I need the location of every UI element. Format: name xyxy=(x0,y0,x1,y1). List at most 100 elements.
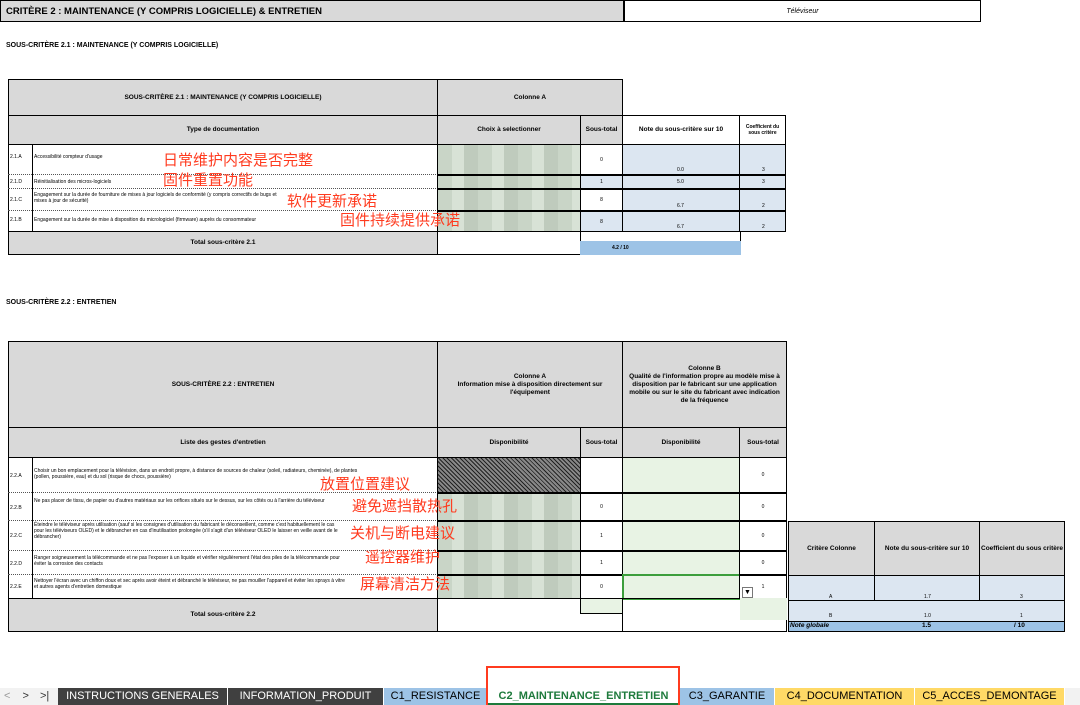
row-code: 2.1.B xyxy=(10,217,22,223)
row-label: Engagement sur la durée de fourniture de… xyxy=(34,192,277,204)
subtotal-cell: 8 xyxy=(580,189,623,211)
subtotal-cell: 8 xyxy=(580,211,623,232)
annotation: 放置位置建议 xyxy=(320,476,411,493)
note-value: 0.0 xyxy=(677,167,684,173)
annotation: 屏幕清洁方法 xyxy=(360,576,451,593)
criteria-title: CRITÈRE 2 : MAINTENANCE (Y COMPRIS LOGIC… xyxy=(6,5,322,17)
subtotal-cell: 0 xyxy=(580,144,623,175)
subtotal-a-header: Sous-total xyxy=(580,427,623,458)
row-label: Engagement sur la durée de mise à dispos… xyxy=(34,217,257,223)
subtotal-a-cell: 0 xyxy=(580,575,623,599)
tab-c5-acces-demontage[interactable]: C5_ACCES_DEMONTAGE xyxy=(915,688,1065,705)
subtotal-a-cell xyxy=(580,457,623,493)
subtotal-a-cell: 1 xyxy=(580,551,623,575)
note-value: 6.7 xyxy=(677,203,684,209)
choice-select-2-1-d[interactable] xyxy=(437,175,581,189)
tab-c1-resistance[interactable]: C1_RESISTANCE xyxy=(384,688,488,705)
row-code: 2.1.A xyxy=(10,154,22,160)
tab-c3-garantie[interactable]: C3_GARANTIE xyxy=(680,688,775,705)
subtotal-header: Sous-total xyxy=(580,115,623,145)
type-doc-header: Type de documentation xyxy=(8,115,438,145)
nav-last-icon[interactable]: >| xyxy=(40,690,49,702)
summary-b-note: 1.0 xyxy=(924,613,931,619)
row-label: Ne pas placer de tissu, de papier ou d'a… xyxy=(34,498,325,504)
dropdown-arrow-icon[interactable]: ▼ xyxy=(742,587,753,598)
coef-value: 3 xyxy=(762,167,765,173)
annotation: 关机与断电建议 xyxy=(350,525,456,542)
section-heading-2-2: SOUS-CRITÈRE 2.2 : ENTRETIEN xyxy=(6,299,117,306)
choice-select-2-1-c[interactable] xyxy=(437,189,581,211)
tab-information-produit[interactable]: INFORMATION_PRODUIT xyxy=(228,688,384,705)
dispo-a-select[interactable] xyxy=(437,575,581,599)
subtotal-b-cell: 0 xyxy=(739,551,787,575)
dispo-a-select[interactable] xyxy=(437,493,581,521)
table-2-2-title: SOUS-CRITÈRE 2.2 : ENTRETIEN xyxy=(8,341,438,428)
coef-value: 2 xyxy=(762,224,765,230)
summary-col-note: Note du sous-critère sur 10 xyxy=(874,521,980,576)
list-header: Liste des gestes d'entretien xyxy=(8,427,438,458)
row-code: 2.2.D xyxy=(10,561,22,567)
col-a-header: Colonne A xyxy=(437,79,623,116)
subtotal-a-cell: 1 xyxy=(580,521,623,551)
row-label: Accessibilité compteur d'usage xyxy=(34,154,103,160)
subtotal-b-cell: 0 xyxy=(739,521,787,551)
annotation: 避免遮挡散热孔 xyxy=(352,498,458,515)
col-b-header: Colonne B Qualité de l'information propr… xyxy=(622,341,787,428)
dispo-a-select[interactable] xyxy=(437,521,581,551)
dispo-b-select[interactable] xyxy=(622,457,740,493)
dispo-a-na xyxy=(437,457,581,493)
choice-select-2-1-a[interactable] xyxy=(437,144,581,175)
total-2-2-label: Total sous-critère 2.2 xyxy=(8,598,438,632)
annotation: 固件持续提供承诺 xyxy=(340,212,461,229)
row-code: 2.2.B xyxy=(10,505,22,511)
note-value: 6.7 xyxy=(677,224,684,230)
nav-prev-icon[interactable]: < xyxy=(4,690,10,702)
tab-nav: < > >| xyxy=(4,688,49,705)
row-code: 2.2.E xyxy=(10,584,22,590)
total-2-1-value: 4.2 / 10 xyxy=(580,241,741,255)
annotation: 软件更新承诺 xyxy=(287,193,378,210)
total-2-1-label: Total sous-critère 2.1 xyxy=(8,231,438,255)
row-label: Ranger soigneusement la télécommande et … xyxy=(34,555,340,567)
total-2-1-empty xyxy=(437,231,581,255)
dispo-b-select[interactable] xyxy=(622,493,740,521)
total-2-2-b xyxy=(740,598,787,620)
subtotal-b-cell: 0 xyxy=(739,493,787,521)
coef-value: 2 xyxy=(762,203,765,209)
dispo-b-select-active[interactable] xyxy=(622,574,741,600)
subtotal-cell: 1 xyxy=(580,175,623,189)
dispo-a-header: Disponibilité xyxy=(437,427,581,458)
dispo-b-select[interactable] xyxy=(622,551,740,575)
subtotal-b-header: Sous-total xyxy=(739,427,787,458)
subtotal-a-cell: 0 xyxy=(580,493,623,521)
product-cell[interactable]: Téléviseur xyxy=(624,0,981,22)
row-label: Éteindre le téléviseur après utilisation… xyxy=(34,522,338,540)
global-note: 1.5 xyxy=(922,622,932,629)
summary-col-coef: Coefficient du sous critère xyxy=(979,521,1065,576)
row-label: Réinitialisation des micros-logiciels xyxy=(34,179,112,185)
annotation: 遥控器维护 xyxy=(365,549,441,566)
tab-instructions-generales[interactable]: INSTRUCTIONS GENERALES xyxy=(58,688,228,705)
row-label: Choisir un bon emplacement pour la télév… xyxy=(34,468,358,480)
row-code: 2.2.C xyxy=(10,533,22,539)
subtotal-b-cell: 0 xyxy=(739,457,787,493)
annotation: 日常维护内容是否完整 xyxy=(163,152,314,169)
dispo-b-select[interactable] xyxy=(622,521,740,551)
section-heading-2-1: SOUS-CRITÈRE 2.1 : MAINTENANCE (Y COMPRI… xyxy=(6,42,219,49)
col-a-header-2-2: Colonne A Information mise à disposition… xyxy=(437,341,623,428)
note-value: 5.0 xyxy=(677,179,684,185)
global-max: / 10 xyxy=(1014,622,1025,629)
summary-b-coef: 1 xyxy=(1020,613,1023,619)
tab-c4-documentation[interactable]: C4_DOCUMENTATION xyxy=(775,688,915,705)
summary-col-critere: Critère Colonne xyxy=(788,521,875,576)
coef-value: 3 xyxy=(762,179,765,185)
note-header: Note du sous-critère sur 10 xyxy=(622,115,740,145)
coef-header: Coefficient du sous critère xyxy=(739,115,786,145)
choice-header: Choix à selectionner xyxy=(437,115,581,145)
nav-next-icon[interactable]: > xyxy=(23,690,29,702)
annotation: 固件重置功能 xyxy=(163,172,254,189)
row-label: Nettoyer l'écran avec un chiffon doux et… xyxy=(34,578,345,590)
row-code: 2.1.D xyxy=(10,179,22,185)
dispo-a-select[interactable] xyxy=(437,551,581,575)
dispo-b-header: Disponibilité xyxy=(622,427,740,458)
